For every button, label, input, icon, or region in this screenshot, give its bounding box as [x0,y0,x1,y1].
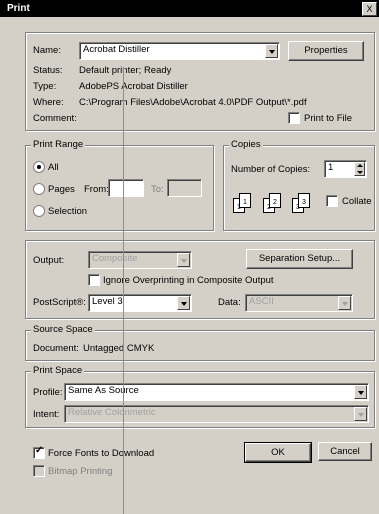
output-label: Output: [33,255,65,266]
postscript-select[interactable]: Level 3 [88,294,192,312]
copies-stepper[interactable]: 1 [324,160,367,178]
where-value: C:\Program Files\Adobe\Acrobat 4.0\PDF O… [79,97,307,108]
close-icon[interactable]: X [362,2,377,16]
pages-label: Pages [48,184,75,195]
from-label: From: [84,184,109,195]
source-space-title: Source Space [31,324,95,335]
all-label: All [48,162,59,173]
chevron-down-icon[interactable] [338,296,351,310]
chevron-down-icon[interactable] [265,44,278,58]
to-label: To: [151,184,164,195]
profile-label: Profile: [33,387,63,398]
bitmap-printing-checkbox[interactable] [33,465,45,477]
chevron-down-icon[interactable] [354,407,367,421]
ok-button[interactable]: OK [244,442,312,463]
chevron-down-icon[interactable] [177,296,190,310]
output-select[interactable]: Composite [88,251,192,269]
data-label: Data: [218,297,241,308]
copies-value: 1 [328,162,334,173]
chevron-down-icon[interactable] [354,385,367,399]
intent-value: Relative Colorimetric [68,407,156,418]
collate-checkbox[interactable] [326,195,338,207]
all-radio[interactable] [33,161,45,173]
copies-title: Copies [229,139,263,150]
ignore-overprinting-checkbox[interactable] [88,274,100,286]
selection-radio[interactable] [33,205,45,217]
page-icon: 2 [269,193,281,208]
print-to-file-label: Print to File [304,113,353,124]
status-label: Status: [33,65,63,76]
from-field[interactable] [108,179,144,197]
print-to-file-checkbox[interactable] [288,112,300,124]
cancel-button[interactable]: Cancel [318,442,372,461]
profile-value: Same As Source [68,385,139,396]
printer-name-select[interactable]: Acrobat Distiller [79,42,280,60]
page-icon: 3 [298,193,310,208]
separation-setup-button[interactable]: Separation Setup... [246,249,353,269]
status-value: Default printer; Ready [79,65,172,76]
profile-select[interactable]: Same As Source [64,383,369,401]
dialog-title: Print [7,3,30,14]
collate-label: Collate [342,196,372,207]
copies-group: Copies [223,139,375,231]
spin-arrows-icon[interactable] [354,162,365,176]
data-value: ASCII [249,296,274,307]
ignore-overprinting-label: Ignore Overprinting in Composite Output [103,275,274,286]
printer-name-value: Acrobat Distiller [83,44,150,55]
intent-select[interactable]: Relative Colorimetric [64,405,369,423]
postscript-label: PostScript®: [33,297,86,308]
document-label: Document: [33,343,79,354]
properties-button[interactable]: Properties [288,41,364,61]
where-label: Where: [33,97,64,108]
comment-label: Comment: [33,113,77,124]
name-label: Name: [33,45,61,56]
page-icon: 1 [239,193,251,208]
type-value: AdobePS Acrobat Distiller [79,81,188,92]
print-range-title: Print Range [31,139,86,150]
force-fonts-checkbox[interactable] [33,445,45,459]
chevron-down-icon[interactable] [177,253,190,267]
print-dialog: Print X Name: Acrobat Distiller Properti… [0,0,379,514]
output-value: Composite [92,253,138,264]
bitmap-printing-label: Bitmap Printing [48,466,113,477]
intent-label: Intent: [33,409,60,420]
title-bar: Print X [0,0,379,17]
data-select[interactable]: ASCII [245,294,353,312]
pages-radio[interactable] [33,183,45,195]
number-of-copies-label: Number of Copies: [231,164,311,175]
overlay-guide-line [123,67,124,514]
collate-pages-icon: 1 1 2 2 3 3 [231,190,321,214]
document-value: Untagged CMYK [83,343,155,354]
selection-label: Selection [48,206,88,217]
to-field[interactable] [167,179,202,197]
type-label: Type: [33,81,57,92]
postscript-value: Level 3 [92,296,123,307]
force-fonts-label: Force Fonts to Download [48,448,155,459]
print-space-title: Print Space [31,365,85,376]
